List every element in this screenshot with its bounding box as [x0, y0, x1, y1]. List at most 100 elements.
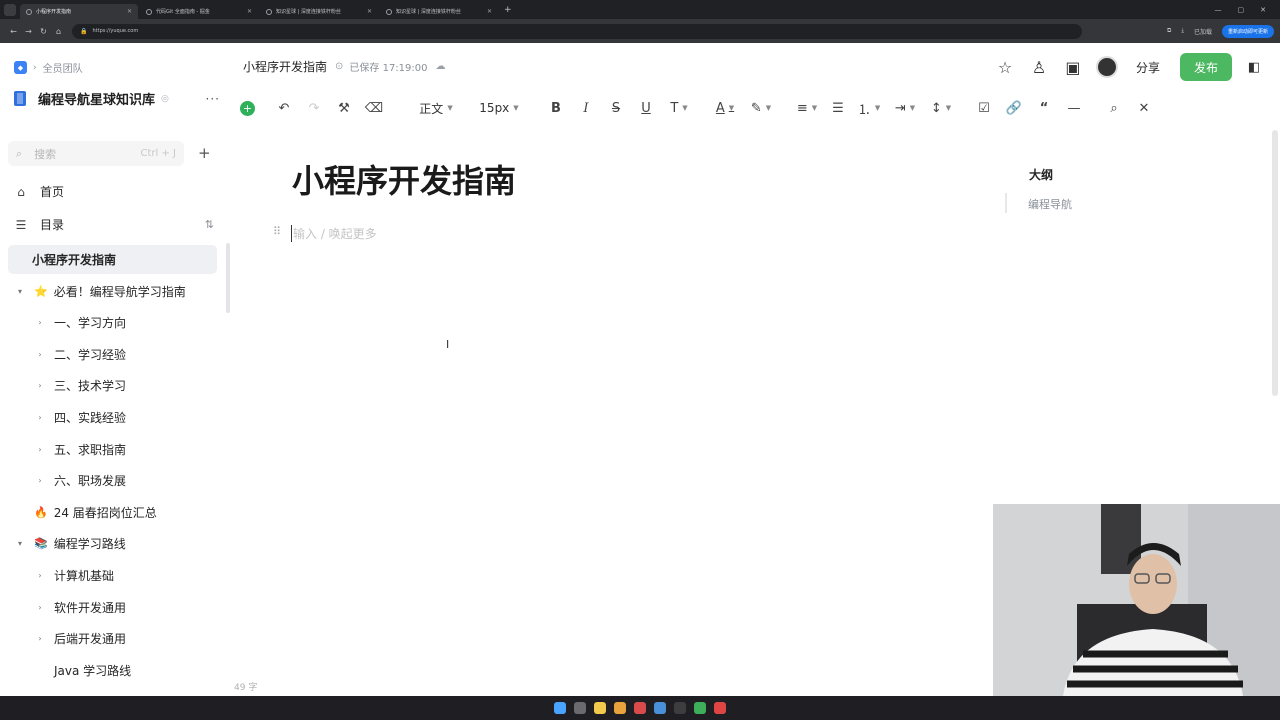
address-bar[interactable]: 🔒 https://yuque.com — [72, 23, 1082, 39]
nav-home[interactable]: ⌂ 首页 — [14, 183, 214, 200]
tree-item[interactable]: ▾ 📚 编程学习路线 — [8, 529, 217, 558]
outline-item[interactable]: 编程导航 — [1028, 196, 1072, 212]
update-button[interactable]: 重新启动即可更新 — [1221, 24, 1274, 38]
tree-item[interactable]: › 五、求职指南 — [8, 435, 217, 464]
knowledge-base-header[interactable]: 编程导航星球知识库 ◎ ··· — [14, 89, 220, 108]
tree-item[interactable]: › 后端开发通用 — [8, 624, 217, 653]
document-title[interactable]: 小程序开发指南 — [292, 156, 516, 202]
download-icon[interactable]: ⤓ — [1181, 27, 1184, 35]
browser-tab[interactable]: 知识星球 | 深度连接铁杆粉丝 ✕ — [260, 4, 378, 19]
tree-item[interactable]: › 六、职场发展 — [8, 466, 217, 495]
chevron-right-icon[interactable]: › — [34, 413, 46, 422]
tree-item[interactable]: ▾ ⭐ 必看！编程导航学习指南 — [8, 277, 217, 306]
forward-icon[interactable]: → — [21, 27, 36, 36]
tab-close-icon[interactable]: ✕ — [247, 8, 252, 15]
minimize-icon[interactable]: — — [1215, 6, 1222, 14]
italic-icon[interactable]: I — [571, 96, 601, 120]
tree-item[interactable]: Java 学习路线 — [8, 656, 217, 685]
drag-handle-icon[interactable]: ⠿ — [273, 225, 281, 238]
tree-item[interactable]: › 三、技术学习 — [8, 371, 217, 400]
taskbar-search-icon[interactable] — [574, 702, 586, 714]
profile-status[interactable]: 已加载 — [1194, 27, 1212, 36]
add-button[interactable]: + — [198, 144, 211, 162]
tree-item[interactable]: › 一、学习方向 — [8, 308, 217, 337]
chevron-right-icon[interactable]: › — [34, 634, 46, 643]
wechat-icon[interactable] — [694, 702, 706, 714]
doc-settings-icon[interactable]: ⊙ — [335, 61, 343, 72]
chevron-right-icon[interactable]: › — [34, 476, 46, 485]
sidebar-scrollbar[interactable] — [226, 243, 230, 313]
highlight-icon[interactable]: ✎ ▼ — [743, 96, 779, 120]
app-icon[interactable] — [654, 702, 666, 714]
team-breadcrumb[interactable]: ◆ › 全员团队 — [14, 60, 83, 75]
record-app-icon[interactable] — [634, 702, 646, 714]
home-browser-icon[interactable]: ⌂ — [51, 27, 66, 36]
comment-icon[interactable]: ▣ — [1056, 58, 1090, 77]
nav-catalog[interactable]: ☰ 目录 ⇅ — [14, 216, 214, 233]
chevron-right-icon[interactable]: › — [34, 381, 46, 390]
chevron-down-icon[interactable]: ▾ — [14, 287, 26, 296]
start-icon[interactable] — [554, 702, 566, 714]
indent-icon[interactable]: ⇥ ▼ — [887, 96, 923, 120]
browser-menu-button[interactable] — [4, 3, 16, 16]
tree-item[interactable]: 小程序开发指南 — [8, 245, 217, 274]
more-text-format-icon[interactable]: T ▼ — [661, 96, 697, 120]
maximize-icon[interactable]: ▢ — [1238, 6, 1245, 14]
format-painter-icon[interactable]: ⚒ — [329, 96, 359, 120]
chevron-right-icon[interactable]: › — [34, 571, 46, 580]
redo-icon[interactable]: ↷ — [299, 96, 329, 120]
share-button[interactable]: 分享 — [1136, 59, 1160, 76]
chevron-down-icon[interactable]: ▾ — [14, 539, 26, 548]
search-input[interactable]: ⌕ 搜索 Ctrl + J — [8, 141, 184, 166]
app-icon[interactable] — [714, 702, 726, 714]
tab-close-icon[interactable]: ✕ — [127, 8, 132, 15]
search-replace-icon[interactable]: ⌕ — [1099, 96, 1129, 120]
editor-placeholder[interactable]: 输入 / 唤起更多 — [291, 225, 377, 242]
publish-button[interactable]: 发布 — [1180, 53, 1232, 81]
page-scrollbar[interactable] — [1272, 130, 1278, 396]
chrome-icon[interactable] — [614, 702, 626, 714]
quote-icon[interactable]: “ — [1029, 96, 1059, 120]
browser-tab[interactable]: 小程序开发指南 ✕ — [20, 4, 138, 19]
text-style-select[interactable]: 正文 ▼ — [403, 96, 469, 120]
chevron-right-icon[interactable]: › — [34, 603, 46, 612]
star-icon[interactable]: ☆ — [988, 58, 1022, 77]
underline-icon[interactable]: U — [631, 96, 661, 120]
bullet-list-icon[interactable]: ☰ — [825, 96, 851, 120]
collapse-toolbar-icon[interactable]: ✕ — [1129, 96, 1159, 120]
undo-icon[interactable]: ↶ — [269, 96, 299, 120]
tab-close-icon[interactable]: ✕ — [487, 8, 492, 15]
tree-item[interactable]: 🔥 24 届春招岗位汇总 — [8, 498, 217, 527]
align-icon[interactable]: ≡ ▼ — [789, 96, 825, 120]
font-size-select[interactable]: 15px ▼ — [469, 96, 529, 120]
sidebar-toggle-icon[interactable]: ◧ — [1246, 60, 1262, 75]
ordered-list-icon[interactable]: ⒈ ▼ — [851, 96, 887, 120]
chevron-right-icon[interactable]: › — [34, 445, 46, 454]
app-icon[interactable] — [674, 702, 686, 714]
close-window-icon[interactable]: ✕ — [1260, 6, 1266, 14]
chevron-right-icon[interactable]: › — [34, 350, 46, 359]
line-spacing-icon[interactable]: ↕ ▼ — [923, 96, 959, 120]
more-icon[interactable]: ··· — [206, 92, 220, 106]
bold-icon[interactable]: B — [541, 96, 571, 120]
tree-item[interactable]: › 二、学习经验 — [8, 340, 217, 369]
collaborator-icon[interactable]: ♙ — [1022, 58, 1056, 77]
file-explorer-icon[interactable] — [594, 702, 606, 714]
back-icon[interactable]: ← — [6, 27, 21, 36]
chevron-right-icon[interactable]: › — [34, 318, 46, 327]
strikethrough-icon[interactable]: S — [601, 96, 631, 120]
catalog-sort-icon[interactable]: ⇅ — [205, 218, 214, 231]
browser-tab[interactable]: 知识星球 | 深度连接铁杆粉丝 ✕ — [380, 4, 498, 19]
tree-item[interactable]: › 计算机基础 — [8, 561, 217, 590]
tree-item[interactable]: › 软件开发通用 — [8, 593, 217, 622]
task-list-icon[interactable]: ☑ — [969, 96, 999, 120]
avatar[interactable] — [1095, 56, 1118, 78]
font-color-icon[interactable]: A ▼ — [707, 96, 743, 120]
tab-close-icon[interactable]: ✕ — [367, 8, 372, 15]
link-icon[interactable]: 🔗 — [999, 96, 1029, 120]
new-tab-button[interactable]: + — [504, 5, 512, 15]
clear-format-icon[interactable]: ⌫ — [359, 96, 389, 120]
tree-item[interactable]: › 四、实践经验 — [8, 403, 217, 432]
insert-icon[interactable]: + — [240, 100, 255, 116]
extension-icon[interactable]: ⧉ — [1167, 27, 1171, 35]
